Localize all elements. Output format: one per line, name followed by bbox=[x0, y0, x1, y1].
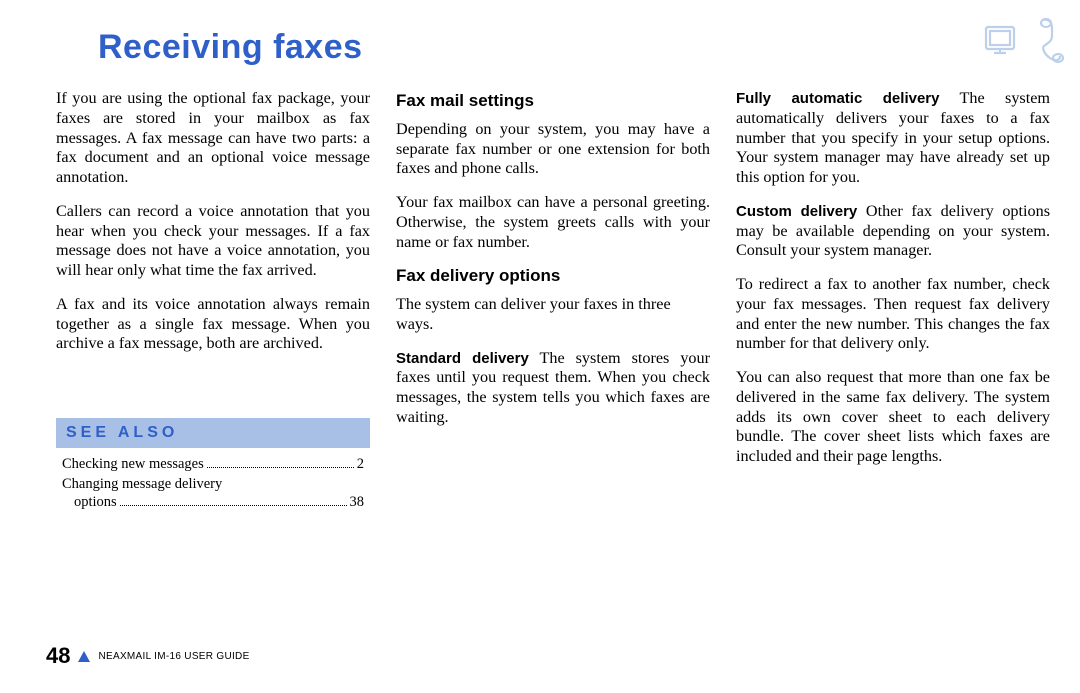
intro-p2: Callers can record a voice annotation th… bbox=[56, 202, 370, 281]
term-standard: Standard delivery bbox=[396, 350, 529, 367]
body-columns: If you are using the optional fax packag… bbox=[56, 89, 1050, 515]
see-also-block: SEE ALSO Checking new messages 2 Changin… bbox=[56, 418, 370, 512]
toc-label-line1: Changing message delivery bbox=[62, 476, 364, 494]
col3-p2: You can also request that more than one … bbox=[736, 368, 1050, 467]
column-1: If you are using the optional fax packag… bbox=[56, 89, 370, 515]
toc-row-2: Changing message delivery options 38 bbox=[62, 476, 364, 511]
subhead-fax-delivery: Fax delivery options bbox=[396, 266, 710, 287]
page-title: Receiving faxes bbox=[98, 28, 1050, 67]
toc-page: 38 bbox=[350, 494, 365, 512]
delivery-standard: Standard delivery The system stores your… bbox=[396, 349, 710, 428]
phone-icon bbox=[1032, 16, 1066, 68]
page-footer: 48 NEAXMAIL IM-16 USER GUIDE bbox=[46, 643, 250, 669]
intro-p1: If you are using the optional fax packag… bbox=[56, 89, 370, 188]
term-custom: Custom delivery bbox=[736, 203, 857, 220]
toc-page: 2 bbox=[357, 456, 364, 474]
col2-p3: The system can deliver your faxes in thr… bbox=[396, 295, 710, 335]
see-also-heading: SEE ALSO bbox=[56, 418, 370, 448]
intro-p3: A fax and its voice annotation always re… bbox=[56, 295, 370, 354]
subhead-fax-mail: Fax mail settings bbox=[396, 91, 710, 112]
toc-leader-dots bbox=[120, 505, 347, 506]
delivery-custom: Custom delivery Other fax delivery optio… bbox=[736, 202, 1050, 261]
header-icons bbox=[980, 16, 1066, 68]
term-auto: Fully automatic delivery bbox=[736, 90, 939, 107]
toc-label: Checking new messages bbox=[62, 456, 204, 474]
toc-leader-dots bbox=[207, 467, 354, 468]
col3-p1: To redirect a fax to another fax number,… bbox=[736, 275, 1050, 354]
column-3: Fully automatic delivery The system auto… bbox=[736, 89, 1050, 515]
guide-title: NEAXMAIL IM-16 USER GUIDE bbox=[98, 651, 249, 662]
toc-label-line2: options bbox=[74, 494, 117, 512]
delivery-auto: Fully automatic delivery The system auto… bbox=[736, 89, 1050, 188]
toc-row-1: Checking new messages 2 bbox=[62, 456, 364, 474]
col2-p2: Your fax mailbox can have a personal gre… bbox=[396, 193, 710, 252]
monitor-icon bbox=[980, 19, 1026, 65]
column-2: Fax mail settings Depending on your syst… bbox=[396, 89, 710, 515]
triangle-icon bbox=[78, 651, 90, 662]
col2-p1: Depending on your system, you may have a… bbox=[396, 120, 710, 179]
page-number: 48 bbox=[46, 643, 70, 669]
